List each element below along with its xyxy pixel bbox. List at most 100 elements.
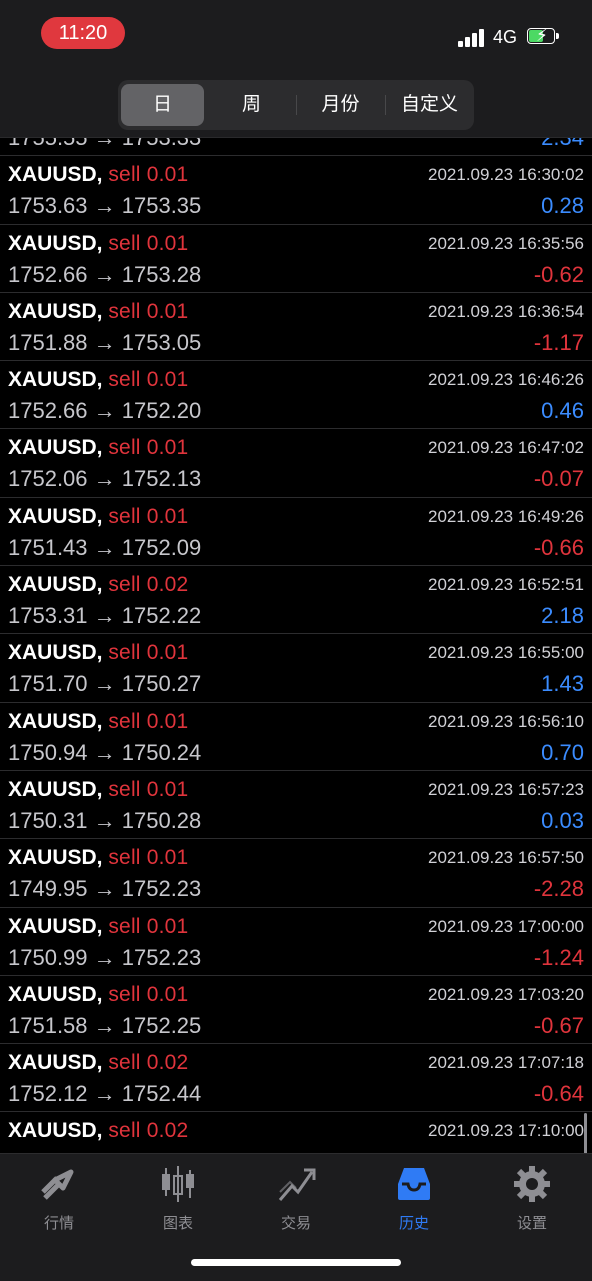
tab-quotes-label: 行情 — [43, 1215, 74, 1232]
trade-side: sell 0.01 — [108, 163, 188, 186]
trade-row[interactable]: XAUUSD, sell 0.01 2021.09.23 16:47:02 1752… — [0, 429, 592, 498]
trade-datetime: 2021.09.23 17:00:00 — [428, 916, 584, 936]
trade-profit: -0.64 — [533, 1081, 584, 1107]
trade-symbol: XAUUSD, — [8, 846, 103, 870]
scrollbar[interactable] — [584, 1113, 587, 1153]
trade-symbol: XAUUSD, — [8, 504, 103, 528]
trade-title: XAUUSD, sell 0.01 — [8, 436, 188, 460]
trade-prices: 1751.70 → 1750.27 — [8, 671, 202, 697]
tab-chart[interactable]: 图表 — [128, 1162, 228, 1242]
trade-volume: 0.01 — [146, 641, 189, 665]
trade-title: XAUUSD, sell 0.01 — [8, 163, 188, 187]
trade-row[interactable]: XAUUSD, sell 0.01 2021.09.23 16:35:56 1752… — [0, 225, 592, 293]
trade-profit: 2.18 — [541, 603, 584, 629]
trade-side: sell 0.02 — [108, 1119, 188, 1142]
segment-month[interactable]: 月份 — [296, 84, 382, 126]
trade-type: sell — [108, 1119, 141, 1143]
trade-symbol: XAUUSD, — [8, 1051, 103, 1075]
trade-prices: 1755.55 → 1753.33 — [8, 138, 201, 151]
trade-row[interactable]: XAUUSD, sell 0.01 2021.09.23 16:56:10 1750… — [0, 703, 592, 771]
home-indicator[interactable] — [191, 1259, 401, 1266]
trade-title: XAUUSD, sell 0.01 — [8, 983, 188, 1007]
trade-prices: 1751.43 → 1752.09 — [8, 534, 202, 560]
trade-side: sell 0.01 — [108, 778, 188, 801]
trade-prices: 1752.66 → 1753.28 — [8, 261, 202, 287]
trade-row[interactable]: XAUUSD, sell 0.01 2021.09.23 16:36:54 1751… — [0, 293, 592, 362]
trade-datetime: 2021.09.23 16:35:56 — [428, 233, 584, 253]
trade-row[interactable]: XAUUSD, sell 0.01 2021.09.23 16:30:02 1753… — [0, 156, 592, 225]
tab-settings[interactable]: 设置 — [482, 1162, 582, 1242]
trade-row[interactable]: XAUUSD, sell 0.01 2021.09.23 16:46:26 1752… — [0, 361, 592, 430]
trade-profit: -0.62 — [533, 261, 584, 287]
trade-title: XAUUSD, sell 0.01 — [8, 368, 188, 392]
trade-title: XAUUSD, sell 0.02 — [8, 573, 188, 597]
trade-row[interactable]: XAUUSD, sell 0.01 2021.09.23 16:57:50 1749… — [0, 839, 592, 908]
trade-prices: 1753.31 → 1752.22 — [8, 603, 202, 629]
trade-row[interactable]: XAUUSD, sell 0.022021.09.23 17:10:001754… — [0, 1112, 592, 1153]
trade-symbol: XAUUSD, — [8, 436, 103, 460]
trade-type: sell — [108, 231, 141, 255]
trade-row[interactable]: XAUUSD, sell 0.01 2021.09.23 17:00:00 1750… — [0, 908, 592, 976]
trade-title: XAUUSD, sell 0.01 — [8, 915, 188, 939]
trade-volume: 0.01 — [146, 504, 189, 528]
trade-volume: 0.02 — [146, 573, 189, 597]
trade-prices: 1753.63 → 1753.35 — [8, 193, 202, 219]
trade-history-rows: XAUUSD, sell 0.012021.09.23 16:25:001755… — [0, 138, 592, 1153]
trade-profit: -0.07 — [533, 466, 584, 492]
trade-prices: 1750.31 → 1750.28 — [8, 807, 202, 833]
status-time[interactable]: 11:20 — [41, 17, 125, 49]
trade-profit: 1.43 — [541, 671, 584, 697]
trade-volume: 0.01 — [146, 299, 189, 323]
trade-row[interactable]: XAUUSD, sell 0.02 2021.09.23 17:07:18 1752… — [0, 1044, 592, 1113]
trade-datetime: 2021.09.23 16:55:00 — [428, 643, 584, 663]
period-segmented-control: 日 周 月份 自定义 — [118, 80, 474, 130]
trade-title: XAUUSD, sell 0.01 — [8, 846, 188, 870]
trade-datetime: 2021.09.23 16:57:23 — [428, 779, 584, 799]
segment-day[interactable]: 日 — [121, 84, 204, 126]
trade-volume: 0.02 — [146, 1051, 189, 1075]
trade-profit: 0.03 — [541, 807, 584, 833]
trade-row[interactable]: XAUUSD, sell 0.01 2021.09.23 17:03:20 1751… — [0, 976, 592, 1045]
battery-charging-icon: ⚡ — [527, 26, 559, 46]
trade-profit: -0.66 — [533, 534, 584, 560]
trade-row[interactable]: XAUUSD, sell 0.01 2021.09.23 16:49:26 1751… — [0, 498, 592, 567]
trade-row[interactable]: XAUUSD, sell 0.01 2021.09.23 16:57:23 1750… — [0, 771, 592, 840]
segment-week[interactable]: 周 — [210, 84, 293, 126]
trade-history-list[interactable]: XAUUSD, sell 0.012021.09.23 16:25:001755… — [0, 138, 592, 1153]
trade-row[interactable]: XAUUSD, sell 0.02 2021.09.23 16:52:51 1753… — [0, 566, 592, 635]
trade-prices: 1750.94 → 1750.24 — [8, 739, 202, 765]
trade-profit: -2.28 — [533, 876, 584, 902]
trade-type: sell — [108, 299, 141, 323]
trade-type: sell — [108, 1051, 141, 1075]
tab-quotes[interactable]: 行情 — [9, 1162, 109, 1242]
segment-custom[interactable]: 自定义 — [385, 84, 471, 126]
trade-symbol: XAUUSD, — [8, 368, 103, 392]
trade-type: sell — [108, 846, 141, 870]
trade-row[interactable]: XAUUSD, sell 0.01 2021.09.23 16:55:00 1751… — [0, 634, 592, 703]
trade-volume: 0.01 — [146, 914, 189, 938]
trade-prices: 1752.12 → 1752.44 — [8, 1081, 202, 1107]
trade-profit: -0.67 — [533, 1012, 584, 1038]
trade-side: sell 0.01 — [108, 436, 188, 459]
trade-side: sell 0.01 — [108, 710, 188, 733]
trade-row[interactable]: XAUUSD, sell 0.012021.09.23 16:25:001755… — [0, 138, 592, 157]
chart-icon — [162, 1166, 194, 1202]
tab-settings-label: 设置 — [516, 1215, 547, 1232]
trade-symbol: XAUUSD, — [8, 914, 103, 938]
tab-history[interactable]: 历史 — [364, 1162, 464, 1242]
settings-icon — [514, 1166, 550, 1202]
trade-title: XAUUSD, sell 0.02 — [8, 1051, 188, 1075]
network-type: 4G — [493, 27, 518, 47]
trade-title: XAUUSD, sell 0.01 — [8, 641, 188, 665]
tab-trade[interactable]: 交易 — [246, 1162, 346, 1242]
trade-datetime: 2021.09.23 17:03:20 — [428, 984, 584, 1004]
trade-type: sell — [108, 436, 141, 460]
trade-side: sell 0.01 — [108, 641, 188, 664]
trade-type: sell — [108, 573, 141, 597]
quotes-icon — [41, 1169, 74, 1200]
trade-volume: 0.01 — [146, 982, 189, 1006]
trade-profit: 2.34 — [541, 138, 584, 151]
trade-title: XAUUSD, sell 0.01 — [8, 232, 188, 256]
trade-prices: 1752.66 → 1752.20 — [8, 398, 202, 424]
trade-profit: 0.28 — [541, 193, 584, 219]
